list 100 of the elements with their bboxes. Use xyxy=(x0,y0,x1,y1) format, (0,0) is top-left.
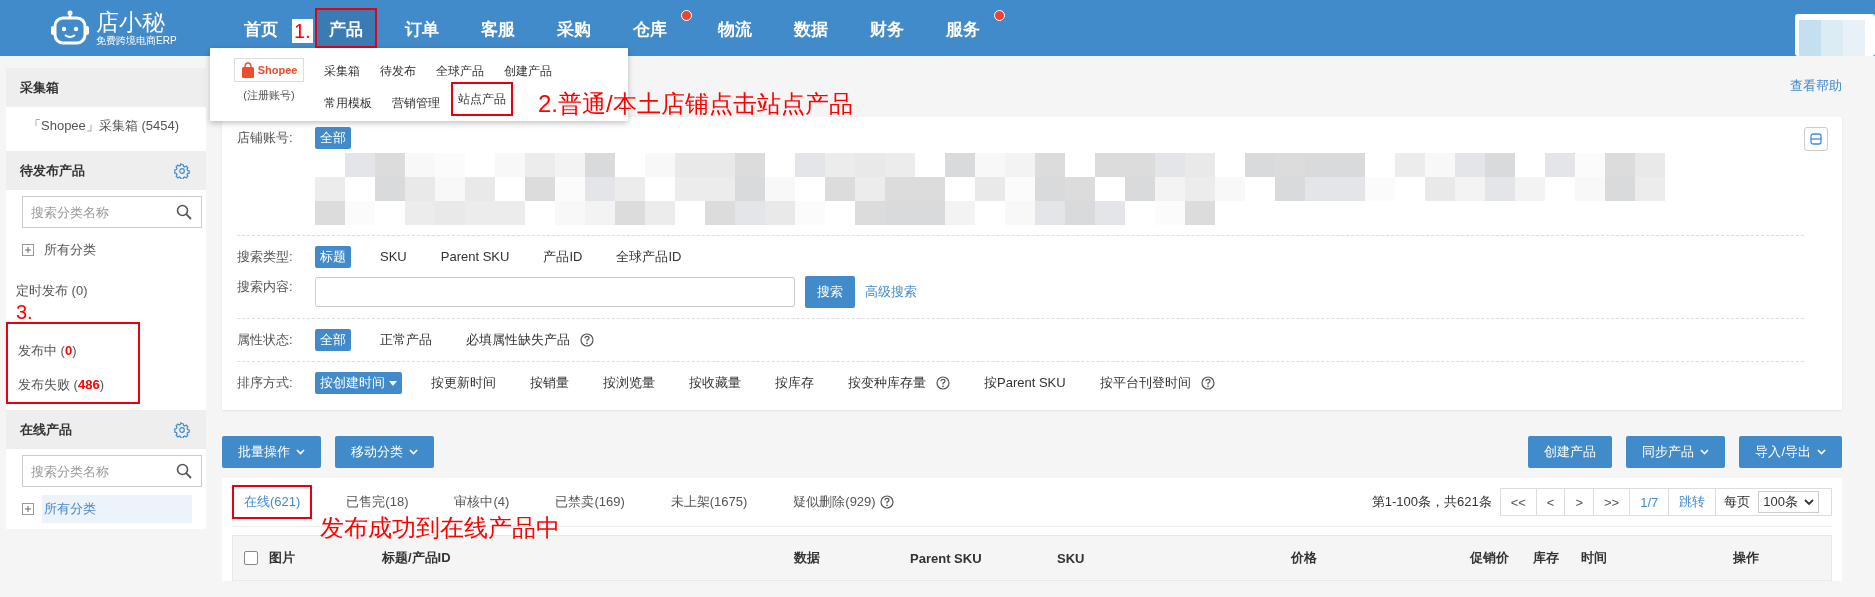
filter-option[interactable]: 按库存 xyxy=(770,372,819,394)
nav-item[interactable]: 采购 xyxy=(542,8,605,48)
chevron-down-icon xyxy=(409,449,418,455)
filter-label: 排序方式: xyxy=(237,374,294,392)
chevron-down-icon xyxy=(296,449,305,455)
filter-option[interactable]: 全球产品ID xyxy=(611,246,687,268)
filter-option[interactable]: 产品ID xyxy=(538,246,588,268)
filter-option[interactable]: 全部 xyxy=(315,329,351,351)
filter-option[interactable]: 按销量 xyxy=(525,372,574,394)
per-page-label: 每页 xyxy=(1723,493,1752,511)
filter-option[interactable]: 按Parent SKU xyxy=(979,372,1071,394)
robot-logo-icon xyxy=(50,10,90,46)
filter-option[interactable]: 按更新时间 xyxy=(426,372,501,394)
nav-item[interactable]: 数据 xyxy=(779,8,842,48)
action-button[interactable]: 同步产品 xyxy=(1626,436,1726,468)
step-annotation: 2.普通/本土店铺点击站点产品 xyxy=(538,90,853,118)
logo-name: 店小秘 xyxy=(96,9,166,35)
menu-item[interactable]: 采集箱 xyxy=(322,58,362,84)
shopee-logo[interactable]: Shopee xyxy=(233,58,305,82)
search-button[interactable]: 搜索 xyxy=(805,276,855,308)
nav-item[interactable]: 服务 xyxy=(931,8,994,48)
category-search-field[interactable]: 搜索分类名称 xyxy=(22,196,202,228)
filter-option[interactable]: SKU xyxy=(375,246,412,268)
status-tab[interactable]: 未上架(1675) xyxy=(658,485,760,519)
step-annotation: 发布成功到在线产品中 xyxy=(320,514,560,542)
section-title: 采集箱 xyxy=(20,78,59,97)
help-link[interactable]: 查看帮助 xyxy=(1790,77,1842,95)
status-tab[interactable]: 疑似删除(929) xyxy=(781,485,906,519)
chevron-down-icon xyxy=(1804,498,1814,506)
filter-option[interactable]: 按平台刊登时间 xyxy=(1094,372,1220,394)
column-header: Parent SKU xyxy=(910,550,983,566)
action-button[interactable]: 创建产品 xyxy=(1528,436,1613,468)
nav-item[interactable]: 订单 xyxy=(390,8,453,48)
select-all-checkbox[interactable] xyxy=(244,551,258,565)
expand-icon[interactable] xyxy=(22,503,34,515)
caret-icon xyxy=(389,380,397,386)
filter-option[interactable]: Parent SKU xyxy=(435,246,515,268)
nav-item[interactable]: 产品 xyxy=(314,8,377,48)
collapse-button[interactable] xyxy=(1804,127,1828,151)
filter-label: 搜索类型: xyxy=(237,248,294,266)
nav-item[interactable]: 客服 xyxy=(466,8,529,48)
platform-name: Shopee xyxy=(257,64,298,76)
status-link[interactable]: 发布失败 (486) xyxy=(8,368,138,402)
help-icon[interactable] xyxy=(879,495,894,509)
action-button[interactable]: 导入/导出 xyxy=(1739,436,1842,468)
filter-option[interactable]: 按创建时间 xyxy=(315,372,402,394)
nav-item[interactable]: 仓库 xyxy=(618,8,681,48)
tree-item[interactable]: 所有分类 xyxy=(42,236,192,264)
logo-tagline: 免费跨境电商ERP xyxy=(96,35,177,47)
chevron-down-icon xyxy=(1700,449,1710,455)
filter-option[interactable]: 必填属性缺失产品 xyxy=(461,329,599,351)
settings-icon[interactable] xyxy=(174,162,190,179)
column-header: 时间 xyxy=(1581,549,1608,567)
filter-option[interactable]: 按变种库存量 xyxy=(843,372,955,394)
section-title: 待发布产品 xyxy=(20,161,85,180)
step-annotation: 3. xyxy=(16,302,34,322)
search-input[interactable] xyxy=(315,277,795,307)
filter-label: 属性状态: xyxy=(237,331,294,349)
panel-icon xyxy=(1810,133,1822,145)
filter-option[interactable]: 标题 xyxy=(315,246,351,268)
help-icon[interactable] xyxy=(936,376,950,390)
menu-item[interactable]: 创建产品 xyxy=(502,58,554,84)
menu-item[interactable]: 站点产品 xyxy=(451,82,513,116)
sidebar-link[interactable]: 「Shopee」采集箱 (5454) xyxy=(6,107,206,145)
menu-item[interactable]: 营销管理 xyxy=(390,90,442,116)
status-tab[interactable]: 在线(621) xyxy=(232,485,313,519)
filter-label: 店铺账号: xyxy=(237,129,294,147)
chevron-down-icon xyxy=(1817,449,1826,455)
per-page-select[interactable]: 100条 xyxy=(1758,491,1819,513)
expand-icon[interactable] xyxy=(22,244,34,256)
settings-icon[interactable] xyxy=(174,421,190,438)
filter-label: 搜索内容: xyxy=(237,278,294,296)
filter-option[interactable]: 按收藏量 xyxy=(684,372,746,394)
nav-item[interactable]: 财务 xyxy=(855,8,918,48)
menu-item[interactable]: 全球产品 xyxy=(434,58,486,84)
filter-option[interactable]: 正常产品 xyxy=(375,329,437,351)
section-title: 在线产品 xyxy=(20,420,72,439)
advanced-search-link[interactable]: 高级搜索 xyxy=(865,283,917,301)
column-header: 促销价 xyxy=(1470,549,1510,567)
platform-note: (注册账号) xyxy=(243,88,295,103)
column-header: 图片 xyxy=(269,549,296,567)
pagination-summary: 第1-100条，共621条 xyxy=(1371,493,1492,511)
category-search-field[interactable]: 搜索分类名称 xyxy=(22,455,202,487)
column-header: SKU xyxy=(1057,550,1086,566)
column-header: 标题/产品ID xyxy=(382,549,452,567)
action-button[interactable]: 批量操作 xyxy=(222,436,321,468)
nav-item[interactable]: 首页 xyxy=(230,8,292,48)
filter-option[interactable]: 按浏览量 xyxy=(598,372,660,394)
column-header: 数据 xyxy=(794,549,821,567)
action-button[interactable]: 移动分类 xyxy=(335,436,434,468)
status-link[interactable]: 发布中 (0) xyxy=(8,334,138,368)
column-header: 操作 xyxy=(1733,549,1760,567)
filter-option[interactable]: 全部 xyxy=(315,127,351,149)
help-icon[interactable] xyxy=(580,333,594,347)
menu-item[interactable]: 常用模板 xyxy=(322,90,374,116)
help-icon[interactable] xyxy=(1200,376,1215,390)
column-header: 库存 xyxy=(1533,549,1560,567)
menu-item[interactable]: 待发布 xyxy=(378,58,418,84)
nav-item[interactable]: 物流 xyxy=(703,8,766,48)
column-header: 价格 xyxy=(1291,549,1318,567)
